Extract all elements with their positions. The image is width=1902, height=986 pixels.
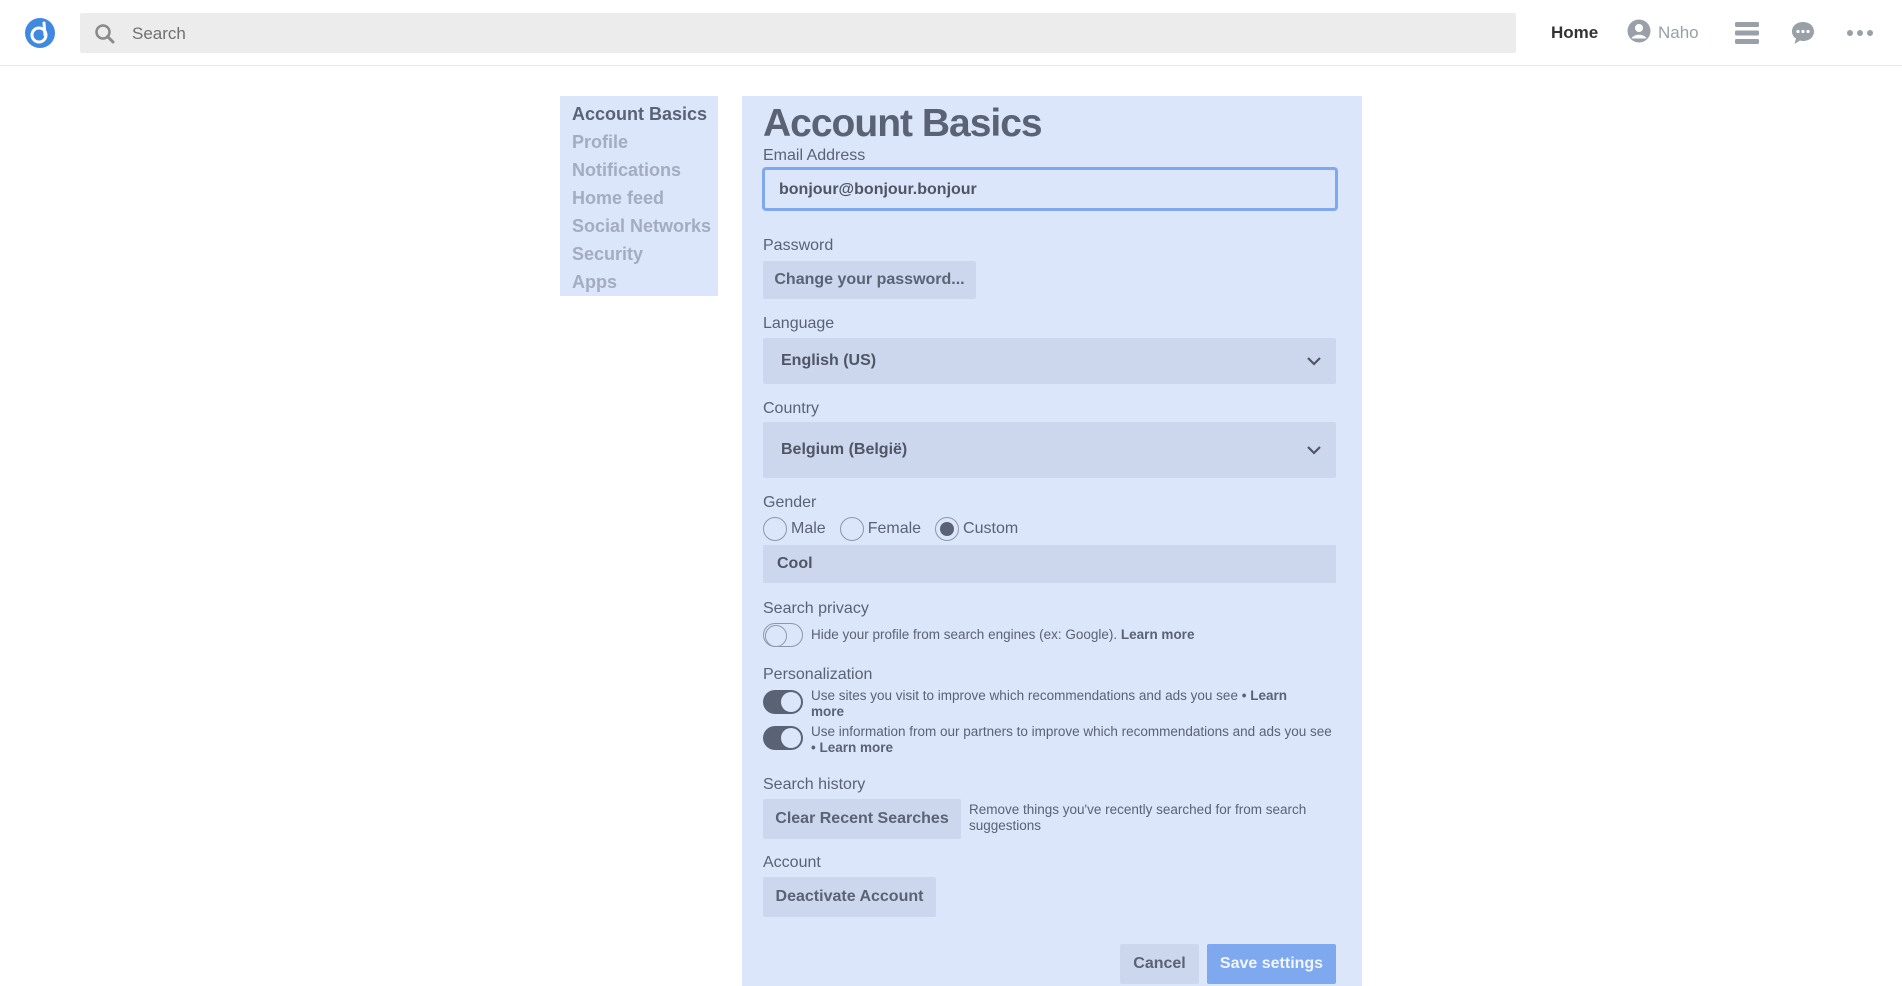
top-bar: Search Home Naho <box>0 0 1902 66</box>
personalization-sites-text: Use sites you visit to improve which rec… <box>811 688 1321 720</box>
save-settings-button[interactable]: Save settings <box>1207 944 1336 984</box>
stream-menu-icon[interactable] <box>1733 20 1761 46</box>
search-placeholder[interactable]: Search <box>132 24 186 44</box>
personalization-row: Use sites you visit to improve which rec… <box>763 688 1321 720</box>
user-avatar-icon <box>1627 19 1651 48</box>
email-label: Email Address <box>763 147 866 164</box>
custom-gender-input[interactable]: Cool <box>763 545 1336 583</box>
settings-panel: Account Basics Email Address bonjour@bon… <box>742 96 1362 986</box>
chat-bubble-icon[interactable] <box>1789 20 1817 46</box>
personalization-partners-description: Use information from our partners to imp… <box>811 724 1332 739</box>
language-value: English (US) <box>781 352 877 369</box>
deactivate-account-button[interactable]: Deactivate Account <box>763 877 936 917</box>
search-privacy-text: Hide your profile from search engines (e… <box>811 627 1194 643</box>
gender-radio-male[interactable] <box>763 517 787 541</box>
change-password-button[interactable]: Change your password... <box>763 261 976 299</box>
more-dots-icon[interactable] <box>1846 20 1874 46</box>
diaspora-logo-icon[interactable] <box>24 17 56 49</box>
search-privacy-row: Hide your profile from search engines (e… <box>763 623 1194 647</box>
sidebar-item-account-basics[interactable]: Account Basics <box>572 102 718 130</box>
clear-recent-searches-button[interactable]: Clear Recent Searches <box>763 799 961 839</box>
nav-user-menu[interactable]: Naho <box>1627 19 1699 48</box>
password-label: Password <box>763 237 834 254</box>
language-label: Language <box>763 315 835 332</box>
personalization-label: Personalization <box>763 666 873 683</box>
search-privacy-toggle[interactable] <box>763 623 803 647</box>
gender-option-label: Female <box>867 520 922 537</box>
search-privacy-learn-more-link[interactable]: Learn more <box>1121 627 1195 642</box>
gender-option-label: Custom <box>963 520 1019 537</box>
sidebar-item-security[interactable]: Security <box>572 242 718 270</box>
search-privacy-label: Search privacy <box>763 600 869 617</box>
nav-home-link[interactable]: Home <box>1551 23 1598 43</box>
chevron-down-icon <box>1306 442 1322 458</box>
email-field[interactable]: bonjour@bonjour.bonjour <box>762 167 1338 211</box>
sidebar-item-profile[interactable]: Profile <box>572 130 718 158</box>
personalization-partners-text: Use information from our partners to imp… <box>811 724 1336 756</box>
page-title: Account Basics <box>763 102 1043 145</box>
gender-radio-female[interactable] <box>839 517 864 541</box>
search-history-label: Search history <box>763 776 866 793</box>
sidebar-item-notifications[interactable]: Notifications <box>572 158 718 186</box>
country-select[interactable]: Belgium (België) <box>763 422 1336 478</box>
settings-sidebar: Account Basics Profile Notifications Hom… <box>560 96 718 296</box>
gender-label: Gender <box>763 494 817 511</box>
personalization-sites-toggle[interactable] <box>763 690 803 714</box>
search-bar[interactable]: Search <box>80 13 1516 53</box>
chevron-down-icon <box>1306 353 1322 369</box>
search-privacy-description: Hide your profile from search engines (e… <box>811 627 1118 642</box>
country-label: Country <box>763 400 820 417</box>
sidebar-item-apps[interactable]: Apps <box>572 270 718 298</box>
gender-radio-group: Male Female Custom <box>763 517 1032 541</box>
country-value: Belgium (België) <box>781 441 908 458</box>
cancel-button[interactable]: Cancel <box>1120 944 1199 984</box>
account-label: Account <box>763 854 821 871</box>
sidebar-item-home-feed[interactable]: Home feed <box>572 186 718 214</box>
personalization-partners-toggle[interactable] <box>763 726 803 750</box>
personalization-row: Use information from our partners to imp… <box>763 724 1336 756</box>
search-history-description: Remove things you've recently searched f… <box>969 802 1307 833</box>
user-name: Naho <box>1658 23 1699 42</box>
personalization-sites-description: Use sites you visit to improve which rec… <box>811 688 1238 703</box>
personalization-partners-learn-more-link[interactable]: • Learn more <box>811 740 893 755</box>
gender-radio-custom[interactable] <box>935 517 960 541</box>
language-select[interactable]: English (US) <box>763 338 1336 384</box>
search-icon <box>94 23 116 45</box>
sidebar-item-social-networks[interactable]: Social Networks <box>572 214 718 242</box>
gender-option-label: Male <box>791 520 826 537</box>
